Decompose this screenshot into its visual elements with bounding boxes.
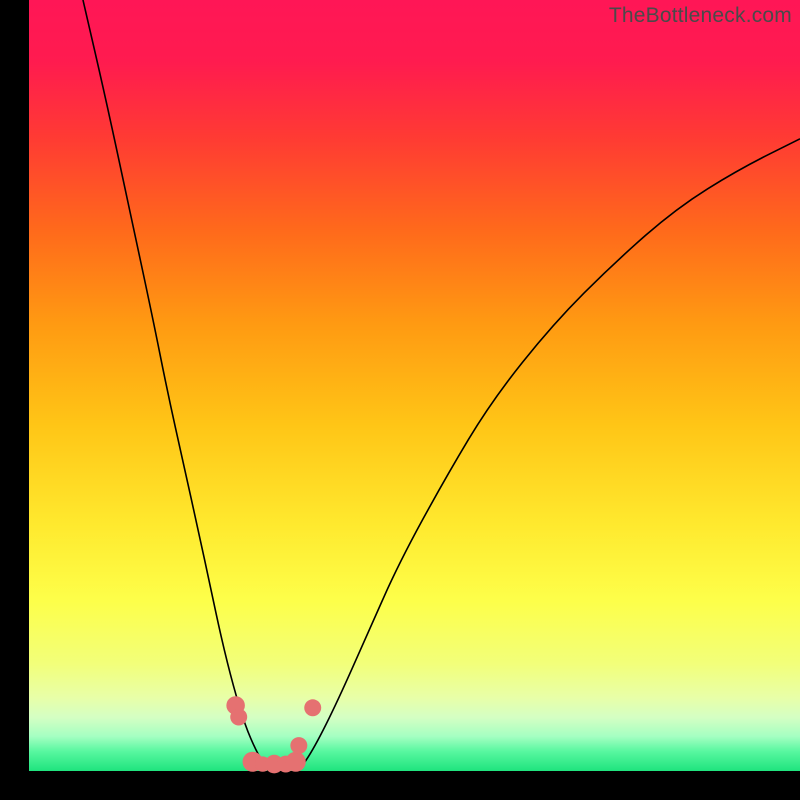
- curve-marker: [230, 709, 247, 726]
- watermark-text: TheBottleneck.com: [609, 4, 792, 28]
- chart-frame: TheBottleneck.com: [29, 0, 800, 771]
- curve-marker: [304, 699, 321, 716]
- chart-curves: [29, 0, 800, 771]
- curve-marker: [286, 752, 306, 772]
- curve-markers: [226, 696, 321, 773]
- left-curve: [83, 0, 268, 771]
- right-curve: [299, 139, 800, 771]
- curve-marker: [290, 737, 307, 754]
